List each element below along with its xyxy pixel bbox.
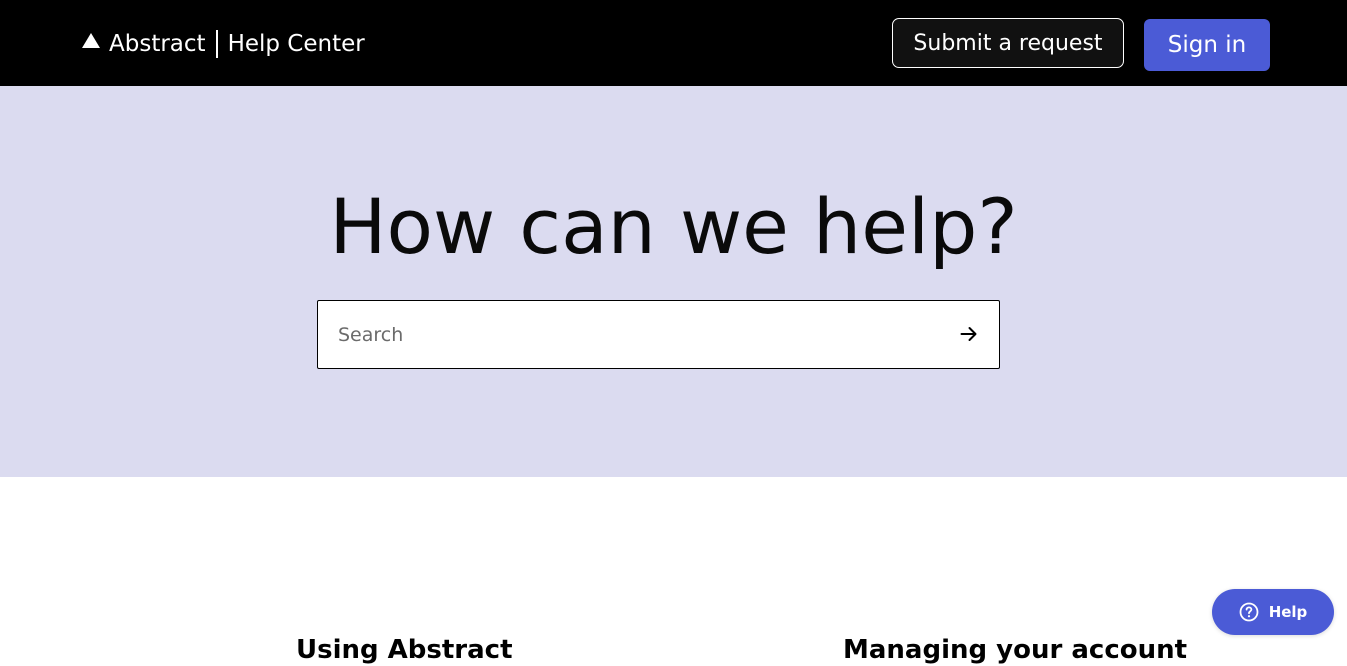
site-header: Abstract Help Center Submit a request Si… — [0, 0, 1347, 86]
help-widget-button[interactable]: Help — [1212, 589, 1334, 635]
sign-in-button[interactable]: Sign in — [1144, 19, 1270, 71]
arrow-right-icon — [960, 327, 977, 341]
brand-section: Help Center — [227, 31, 365, 57]
brand-divider — [215, 30, 218, 58]
search-input[interactable] — [318, 301, 938, 368]
help-widget-label: Help — [1268, 603, 1308, 621]
submit-request-button[interactable]: Submit a request — [892, 18, 1124, 68]
section-heading-managing-account[interactable]: Managing your account — [843, 634, 1187, 666]
hero-section: How can we help? — [0, 86, 1347, 477]
page-title: How can we help? — [329, 182, 1018, 271]
question-circle-icon — [1239, 602, 1259, 622]
section-heading-using-abstract[interactable]: Using Abstract — [296, 634, 513, 666]
brand-home-link[interactable]: Abstract Help Center — [81, 28, 365, 60]
brand-name: Abstract — [109, 31, 206, 57]
triangle-logo-icon — [82, 33, 100, 48]
search-form — [317, 300, 1000, 369]
search-submit-button[interactable] — [954, 318, 984, 350]
